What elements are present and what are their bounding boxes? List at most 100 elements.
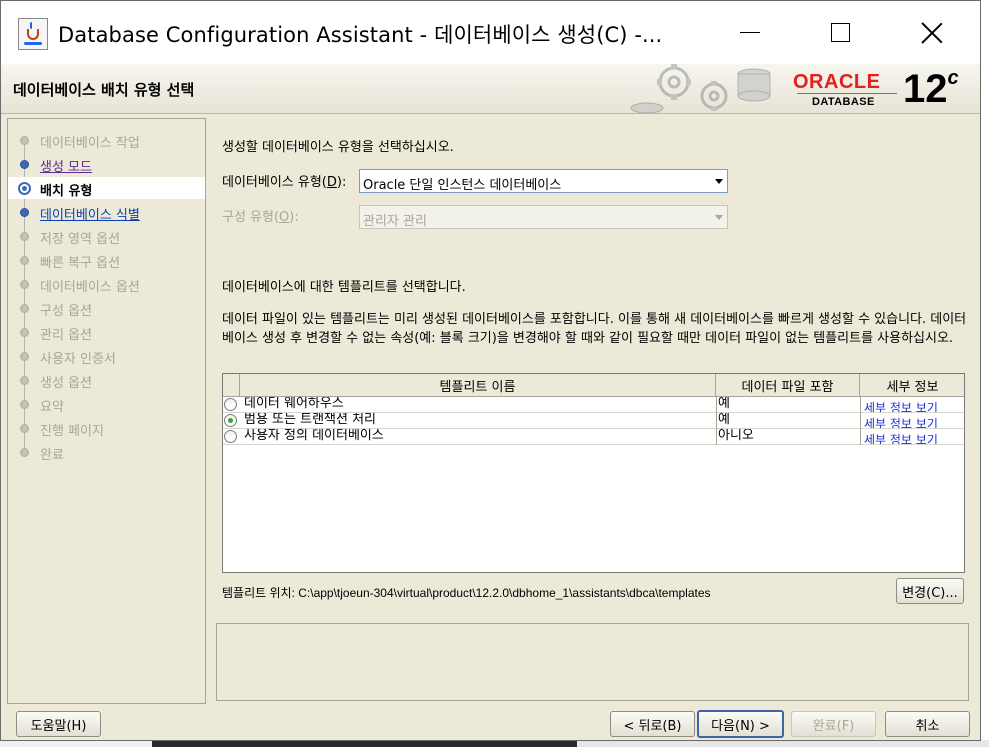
- config-type-value: 관리자 관리: [363, 214, 427, 229]
- nav-item-3[interactable]: 데이터베이스 식별: [8, 201, 205, 223]
- view-details-link[interactable]: 세부 정보 보기: [864, 397, 962, 412]
- current-step-icon: [18, 182, 31, 195]
- version-number: 12: [903, 67, 948, 111]
- window-title: Database Configuration Assistant - 데이터베이…: [58, 23, 663, 47]
- step-dot-icon: [20, 328, 29, 337]
- close-button[interactable]: [887, 1, 977, 64]
- step-dot-icon: [20, 232, 29, 241]
- nav-item-5: 빠른 복구 옵션: [8, 249, 205, 271]
- step-dot-icon: [20, 352, 29, 361]
- config-type-select[interactable]: 관리자 관리: [359, 205, 728, 229]
- nav-item-label: 빠른 복구 옵션: [40, 256, 121, 271]
- template-name-cell: 데이터 웨어하우스: [244, 397, 344, 411]
- nav-item-label: 데이터베이스 옵션: [40, 280, 140, 295]
- step-dot-icon: [20, 136, 29, 145]
- template-name-cell: 사용자 정의 데이터베이스: [244, 429, 384, 443]
- db-type-select[interactable]: Oracle 단일 인스턴스 데이터베이스: [359, 169, 728, 193]
- main-panel: 생성할 데이터베이스 유형을 선택하십시오. 데이터베이스 유형(D): Ora…: [207, 118, 976, 618]
- nav-item-label: 생성 모드: [40, 160, 92, 175]
- header-datafiles[interactable]: 데이터 파일 포함: [716, 374, 860, 397]
- java-app-icon: [18, 18, 48, 50]
- minimize-icon: [740, 32, 760, 33]
- nav-item-2: 배치 유형: [8, 177, 205, 199]
- nav-item-label: 요약: [40, 400, 64, 415]
- intro-text: 생성할 데이터베이스 유형을 선택하십시오.: [222, 140, 454, 155]
- nav-item-label: 생성 옵션: [40, 376, 92, 391]
- message-panel: [216, 623, 969, 701]
- nav-item-0: 데이터베이스 작업: [8, 129, 205, 151]
- step-dot-icon: [20, 256, 29, 265]
- step-dot-icon: [20, 376, 29, 385]
- nav-item-label: 데이터베이스 작업: [40, 136, 140, 151]
- nav-item-8: 관리 옵션: [8, 321, 205, 343]
- nav-item-label: 배치 유형: [40, 184, 93, 199]
- dbca-window: Database Configuration Assistant - 데이터베이…: [0, 0, 981, 741]
- nav-item-label: 진행 페이지: [40, 424, 104, 439]
- template-prompt: 데이터베이스에 대한 템플리트를 선택합니다.: [222, 280, 466, 295]
- nav-item-4: 저장 영역 옵션: [8, 225, 205, 247]
- nav-item-label: 구성 옵션: [40, 304, 92, 319]
- template-location: 템플리트 위치: C:\app\tjoeun-304\virtual\produ…: [222, 586, 711, 600]
- wizard-step-nav: 데이터베이스 작업생성 모드배치 유형데이터베이스 식별저장 영역 옵션빠른 복…: [7, 118, 206, 704]
- nav-item-label: 데이터베이스 식별: [40, 208, 140, 223]
- step-dot-icon: [20, 304, 29, 313]
- next-button[interactable]: 다음(N) >: [697, 710, 784, 738]
- nav-item-10: 생성 옵션: [8, 369, 205, 391]
- step-dot-icon: [20, 400, 29, 409]
- datafiles-cell: 아니오: [718, 429, 754, 443]
- table-row[interactable]: 데이터 웨어하우스 예 세부 정보 보기: [223, 397, 964, 413]
- title-bar[interactable]: Database Configuration Assistant - 데이터베이…: [1, 1, 980, 64]
- template-table: 템플리트 이름 데이터 파일 포함 세부 정보 데이터 웨어하우스 예 세부 정보 …: [222, 373, 965, 573]
- back-button[interactable]: < 뒤로(B): [610, 711, 695, 737]
- background-window-strip-2: [577, 740, 989, 747]
- maximize-icon: [830, 23, 850, 42]
- maximize-button[interactable]: [795, 1, 885, 64]
- view-details-link[interactable]: 세부 정보 보기: [864, 413, 962, 428]
- nav-item-7: 구성 옵션: [8, 297, 205, 319]
- cancel-button[interactable]: 취소: [885, 711, 970, 737]
- nav-item-9: 사용자 인증서: [8, 345, 205, 367]
- template-radio[interactable]: [224, 430, 237, 443]
- oracle-wordmark: ORACLE: [793, 71, 881, 93]
- template-radio[interactable]: [224, 414, 237, 427]
- nav-item-1[interactable]: 생성 모드: [8, 153, 205, 175]
- datafiles-cell: 예: [718, 413, 730, 427]
- config-type-label: 구성 유형(O):: [222, 210, 299, 225]
- nav-item-6: 데이터베이스 옵션: [8, 273, 205, 295]
- gears-database-graphic: [630, 64, 771, 114]
- table-row[interactable]: 사용자 정의 데이터베이스 아니오 세부 정보 보기: [223, 429, 964, 445]
- minimize-button[interactable]: [705, 1, 795, 64]
- step-dot-icon: [20, 424, 29, 433]
- step-dot-icon: [20, 448, 29, 457]
- header-details[interactable]: 세부 정보: [860, 374, 965, 397]
- nav-item-13: 완료: [8, 441, 205, 463]
- table-row[interactable]: 범용 또는 트랜잭션 처리 예 세부 정보 보기: [223, 413, 964, 429]
- change-location-button[interactable]: 변경(C)...: [896, 578, 964, 604]
- chevron-down-icon: [715, 179, 723, 184]
- oracle-logo: ORACLE DATABASE 12c: [793, 67, 973, 111]
- nav-item-label: 사용자 인증서: [40, 352, 116, 367]
- finish-button[interactable]: 완료(F): [791, 711, 876, 737]
- version-suffix: c: [947, 66, 959, 89]
- help-button[interactable]: 도움말(H): [16, 711, 101, 737]
- nav-item-12: 진행 페이지: [8, 417, 205, 439]
- close-icon: [921, 22, 943, 44]
- nav-item-11: 요약: [8, 393, 205, 415]
- oracle-version: 12c: [903, 67, 959, 112]
- step-dot-icon: [20, 280, 29, 289]
- template-name-cell: 범용 또는 트랜잭션 처리: [244, 413, 376, 427]
- background-window-strip: [152, 740, 577, 747]
- template-radio[interactable]: [224, 398, 237, 411]
- desktop-background: [0, 740, 989, 747]
- datafiles-cell: 예: [718, 397, 730, 411]
- template-description: 데이터 파일이 있는 템플리트는 미리 생성된 데이터베이스를 포함합니다. 이…: [222, 312, 967, 346]
- nav-item-label: 관리 옵션: [40, 328, 92, 343]
- header-template-name[interactable]: 템플리트 이름: [240, 374, 716, 397]
- nav-item-label: 완료: [40, 448, 64, 463]
- page-title: 데이터베이스 배치 유형 선택: [13, 81, 195, 99]
- nav-item-label: 저장 영역 옵션: [40, 232, 121, 247]
- step-header: 데이터베이스 배치 유형 선택 ORACLE DATABASE 12c: [1, 64, 980, 114]
- step-dot-icon: [20, 160, 29, 169]
- view-details-link[interactable]: 세부 정보 보기: [864, 429, 962, 444]
- step-dot-icon: [20, 208, 29, 217]
